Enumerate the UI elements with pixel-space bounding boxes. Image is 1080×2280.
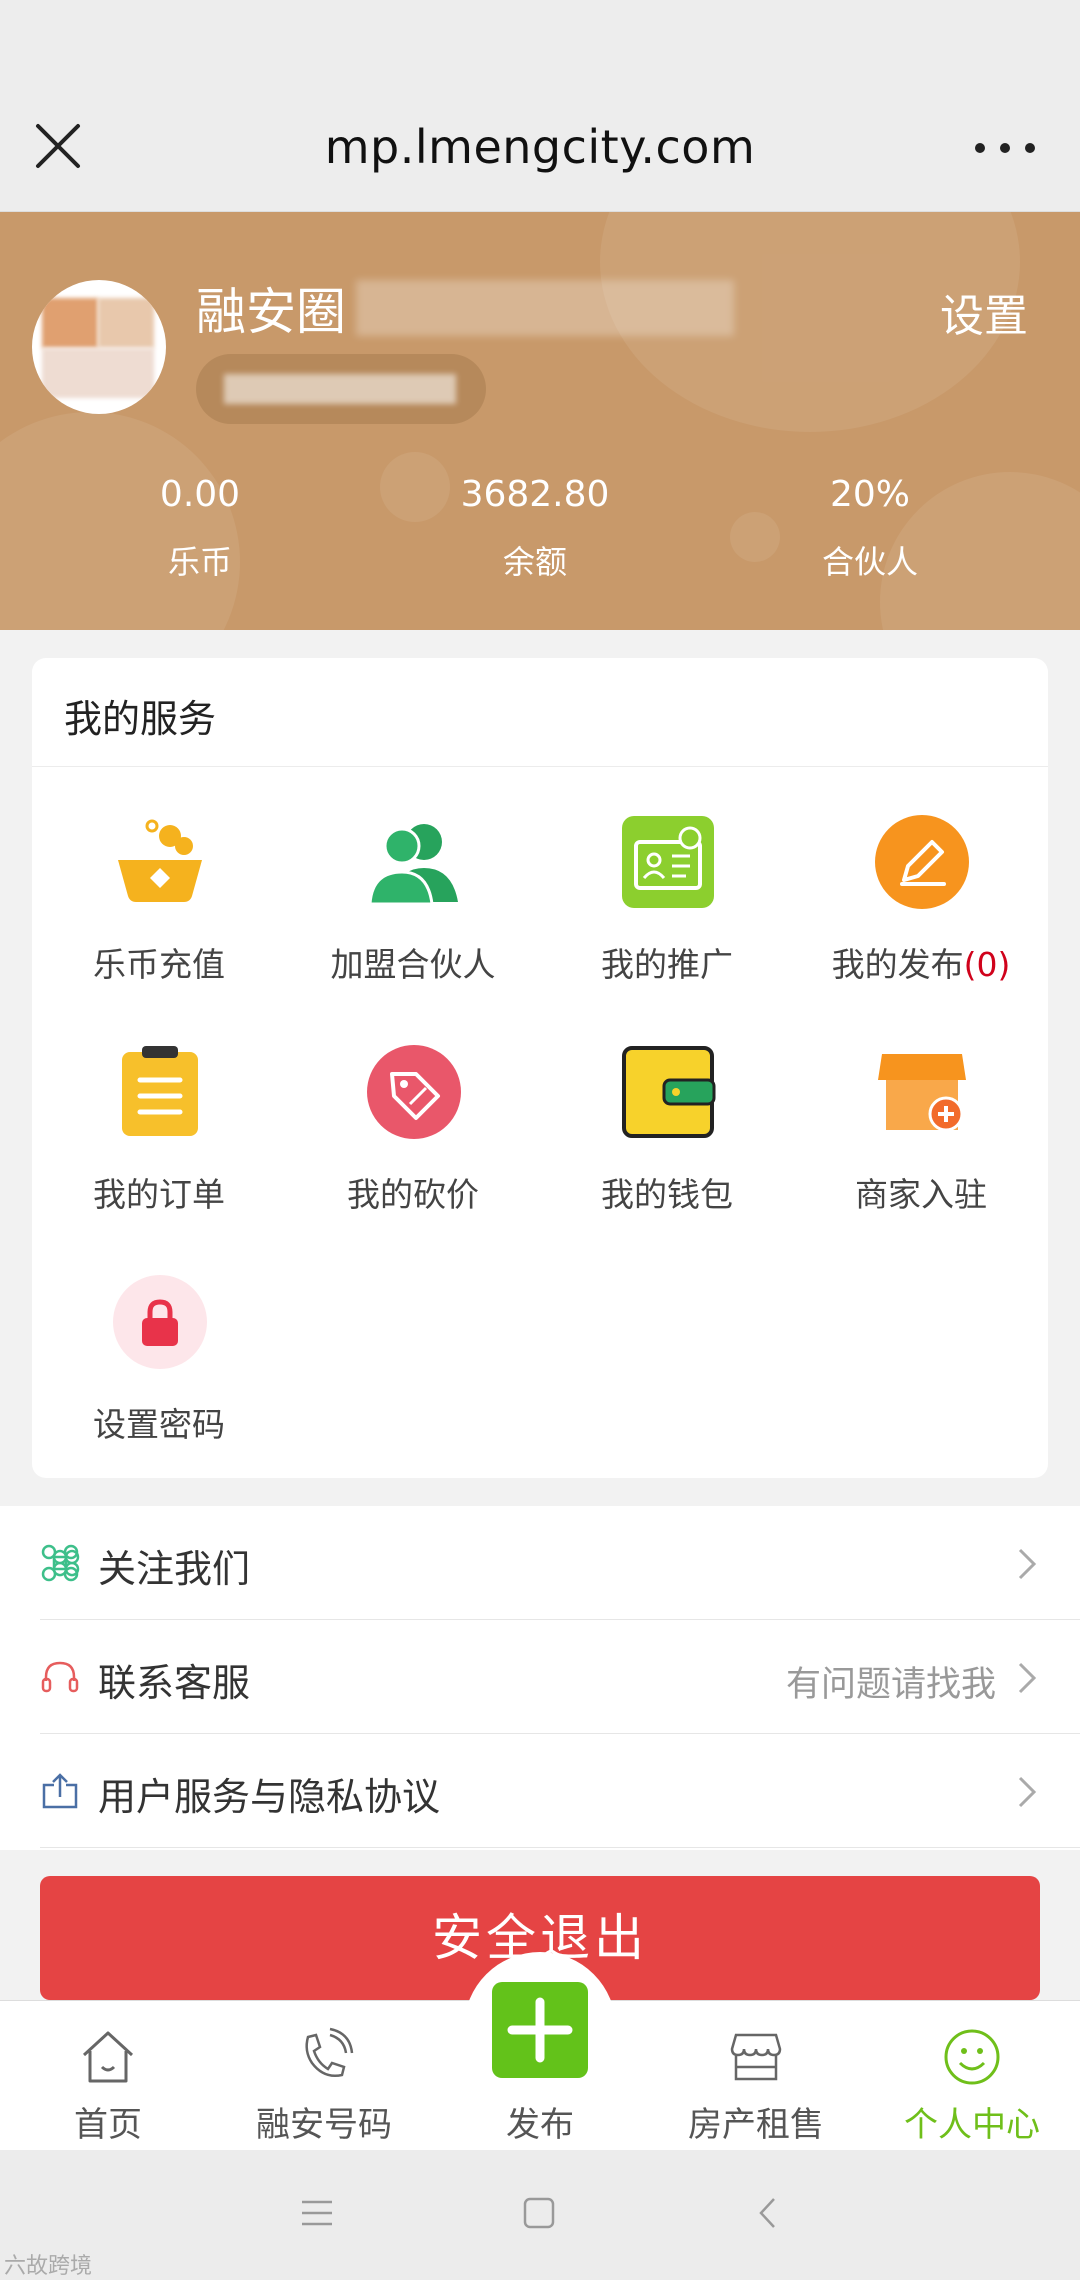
- service-label: 我的推广: [601, 945, 733, 984]
- tab-profile[interactable]: 个人中心: [864, 2001, 1080, 2151]
- chevron-right-icon: [1018, 1662, 1037, 1694]
- service-label: 乐币充值: [93, 945, 225, 984]
- status-bar: [0, 0, 1080, 80]
- price-tag-icon: [367, 1045, 461, 1139]
- service-label: 设置密码: [93, 1405, 225, 1444]
- back-icon[interactable]: [756, 2196, 780, 2230]
- partners-icon: [368, 824, 458, 906]
- tab-home[interactable]: 首页: [0, 2001, 216, 2151]
- posts-count: (0): [963, 945, 1011, 984]
- tab-phone-numbers[interactable]: 融安号码: [216, 2001, 432, 2151]
- divider: [32, 766, 1048, 767]
- service-my-promotion[interactable]: 我的推广: [540, 814, 794, 1014]
- stat-value: 0.00: [159, 474, 241, 515]
- menu-item-privacy-policy[interactable]: 用户服务与隐私协议: [40, 1734, 1080, 1848]
- publish-button[interactable]: [492, 1982, 588, 2078]
- service-my-orders[interactable]: 我的订单: [32, 1044, 286, 1244]
- stat-balance[interactable]: 3682.80 余额: [405, 474, 665, 583]
- profile-header: 融安圈 设置 0.00 乐币 3682.80 余额 20% 合伙人: [0, 212, 1080, 630]
- service-label: 我的订单: [93, 1175, 225, 1214]
- services-card: 我的服务 乐币充值 加盟合伙人 我的推广 我的发布(0) 我的订单 我的砍价 我…: [32, 658, 1048, 1478]
- stat-value: 20%: [829, 474, 910, 515]
- service-merchant-join[interactable]: 商家入驻: [794, 1044, 1048, 1244]
- store-add-icon: [878, 1054, 966, 1132]
- headset-icon: [41, 1661, 79, 1693]
- services-title: 我的服务: [64, 697, 217, 741]
- coin-recharge-icon: [118, 819, 202, 902]
- service-join-partner[interactable]: 加盟合伙人: [286, 814, 540, 1014]
- stat-value: 3682.80: [460, 474, 610, 515]
- pencil-icon: [875, 815, 969, 909]
- menu-subtext: 有问题请找我: [785, 1665, 996, 1705]
- plus-icon: [507, 1997, 573, 2063]
- menu-label: 关注我们: [98, 1547, 251, 1591]
- stat-lebi[interactable]: 0.00 乐币: [70, 474, 330, 583]
- home-square-icon[interactable]: [522, 2196, 556, 2230]
- service-set-password[interactable]: 设置密码: [32, 1274, 286, 1474]
- store-icon: [730, 2033, 782, 2081]
- chevron-right-icon: [1018, 1776, 1037, 1808]
- menu-item-customer-service[interactable]: 联系客服 有问题请找我: [40, 1620, 1080, 1734]
- watermark: 六故跨境: [4, 2254, 93, 2279]
- chevron-right-icon: [1018, 1548, 1037, 1580]
- redacted-name: [356, 280, 734, 336]
- stat-label: 乐币: [167, 543, 232, 581]
- stat-label: 余额: [502, 543, 567, 581]
- service-label: 我的发布(0): [794, 938, 1048, 986]
- service-label: 商家入驻: [855, 1175, 987, 1214]
- service-my-wallet[interactable]: 我的钱包: [540, 1044, 794, 1244]
- clipboard-icon: [122, 1046, 198, 1136]
- service-label-text: 我的发布: [831, 945, 964, 984]
- wallet-icon: [622, 1046, 716, 1138]
- avatar[interactable]: [32, 280, 166, 414]
- service-label: 我的砍价: [347, 1175, 479, 1214]
- menu-icon[interactable]: [300, 2196, 334, 2230]
- page-url: mp.lmengcity.com: [324, 120, 756, 174]
- tab-label: 个人中心: [904, 2105, 1040, 2145]
- menu-item-follow-us[interactable]: 关注我们: [40, 1506, 1080, 1620]
- user-id-badge: [196, 354, 486, 424]
- command-icon: [41, 1544, 80, 1582]
- system-nav-bar: [0, 2150, 1080, 2280]
- tab-label: 房产租售: [688, 2105, 824, 2145]
- home-icon: [82, 2031, 134, 2083]
- browser-title-bar: mp.lmengcity.com: [0, 80, 1080, 212]
- divider: [40, 1847, 1080, 1848]
- service-lebi-recharge[interactable]: 乐币充值: [32, 814, 286, 1014]
- service-label: 我的钱包: [601, 1175, 733, 1214]
- service-my-posts[interactable]: 我的发布(0): [794, 814, 1048, 1014]
- lock-icon: [113, 1275, 207, 1369]
- smiley-icon: [944, 2029, 1000, 2085]
- tab-label: 融安号码: [256, 2105, 392, 2145]
- more-icon[interactable]: [970, 128, 1040, 168]
- tab-real-estate[interactable]: 房产租售: [648, 2001, 864, 2151]
- stat-label: 合伙人: [821, 543, 918, 581]
- stat-partner[interactable]: 20% 合伙人: [740, 474, 1000, 583]
- menu-label: 用户服务与隐私协议: [98, 1775, 441, 1819]
- share-upload-icon: [42, 1773, 78, 1809]
- service-label: 加盟合伙人: [330, 945, 496, 984]
- tab-label: 首页: [74, 2105, 142, 2145]
- tab-label: 发布: [506, 2105, 574, 2145]
- settings-link[interactable]: 设置: [940, 280, 1028, 344]
- menu-list: 关注我们 联系客服 有问题请找我 用户服务与隐私协议: [0, 1506, 1080, 1850]
- menu-label: 联系客服: [98, 1661, 251, 1705]
- user-name: 融安圈: [196, 283, 346, 341]
- promotion-card-icon: [622, 816, 714, 908]
- service-my-bargain[interactable]: 我的砍价: [286, 1044, 540, 1244]
- phone-icon: [305, 2027, 354, 2077]
